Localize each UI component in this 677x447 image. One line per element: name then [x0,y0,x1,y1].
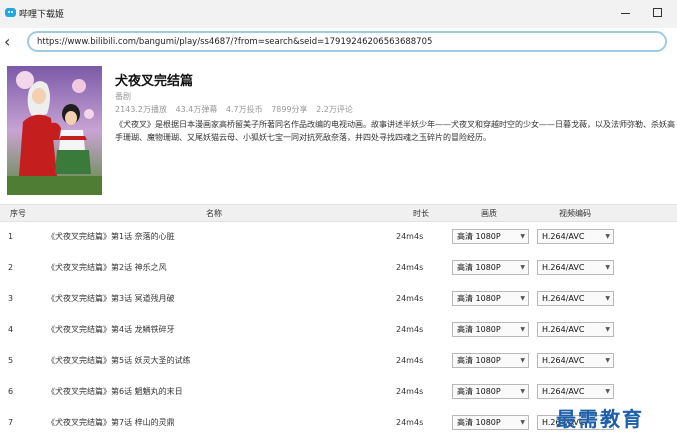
episode-duration: 24m4s [396,418,424,427]
row-index: 1 [8,232,14,241]
codec-select[interactable]: H.264/AVC ▼ [537,322,614,337]
episode-name: 《犬夜叉完结篇》第1话 奈落的心脏 [47,232,175,241]
title-bar: 哔哩下载姬 [0,0,677,28]
chevron-down-icon: ▼ [605,233,610,240]
table-row[interactable]: 3 《犬夜叉完结篇》第3话 冥道残月破 24m4s 高清 1080P ▼ H.264/AV… [0,283,677,314]
header-quality: 画质 [481,209,497,218]
play-count: 2143.2万播放 [115,105,167,114]
chevron-down-icon: ▼ [520,326,525,333]
chevron-down-icon: ▼ [605,326,610,333]
row-index: 5 [8,356,14,365]
row-index: 6 [8,387,14,396]
poster-image [7,66,102,195]
quality-value: 高清 1080P [457,263,501,272]
quality-select[interactable]: 高清 1080P ▼ [452,260,529,275]
url-text: https://www.bilibili.com/bangumi/play/ss… [37,37,433,47]
minimize-button[interactable] [614,5,638,21]
codec-value: H.264/AVC [542,356,585,365]
chevron-down-icon: ▼ [520,264,525,271]
quality-value: 高清 1080P [457,294,501,303]
chevron-down-icon: ▼ [605,264,610,271]
chevron-down-icon: ▼ [605,357,610,364]
episode-duration: 24m4s [396,325,424,334]
url-input[interactable]: https://www.bilibili.com/bangumi/play/ss… [27,31,667,52]
row-index: 4 [8,325,14,334]
back-arrow-icon[interactable]: ‹ [4,33,20,51]
quality-select[interactable]: 高清 1080P ▼ [452,229,529,244]
table-row[interactable]: 5 《犬夜叉完结篇》第5话 妖灵大圣的试练 24m4s 高清 1080P ▼ H.264/… [0,345,677,376]
table-row[interactable]: 4 《犬夜叉完结篇》第4话 龙鳞铁碎牙 24m4s 高清 1080P ▼ H.264/AV… [0,314,677,345]
quality-value: 高清 1080P [457,232,501,241]
show-type: 番剧 [115,92,131,101]
codec-value: H.264/AVC [542,263,585,272]
quality-select[interactable]: 高清 1080P ▼ [452,415,529,430]
episode-name: 《犬夜叉完结篇》第7话 梓山的灵鼎 [47,418,175,427]
chevron-down-icon: ▼ [520,419,525,426]
header-codec: 视频编码 [559,209,591,218]
episode-name: 《犬夜叉完结篇》第3话 冥道残月破 [47,294,175,303]
header-index: 序号 [10,209,26,218]
show-description: 《犬夜叉》是根据日本漫画家高桥留美子所著同名作品改编的电视动画。故事讲述半妖少年… [115,120,675,142]
codec-value: H.264/AVC [542,294,585,303]
watermark-logo: 最需教育 [556,407,644,431]
show-stats: 2143.2万播放 43.4万弹幕 4.7万投币 7899分享 2.2万评论 [115,104,359,115]
codec-select[interactable]: H.264/AVC ▼ [537,260,614,275]
episode-name: 《犬夜叉完结篇》第4话 龙鳞铁碎牙 [47,325,175,334]
share-count: 7899分享 [271,105,308,114]
header-duration: 时长 [413,209,429,218]
episode-name: 《犬夜叉完结篇》第6话 魍魉丸的末日 [47,387,183,396]
chevron-down-icon: ▼ [520,295,525,302]
codec-select[interactable]: H.264/AVC ▼ [537,291,614,306]
episode-duration: 24m4s [396,356,424,365]
episode-duration: 24m4s [396,263,424,272]
comment-count: 2.2万评论 [316,105,353,114]
coin-count: 4.7万投币 [225,105,263,114]
episode-name: 《犬夜叉完结篇》第5话 妖灵大圣的试练 [47,356,191,365]
quality-select[interactable]: 高清 1080P ▼ [452,322,529,337]
quality-value: 高清 1080P [457,387,501,396]
table-row[interactable]: 2 《犬夜叉完结篇》第2话 神乐之风 24m4s 高清 1080P ▼ H.264/AVC… [0,252,677,283]
quality-value: 高清 1080P [457,325,501,334]
episode-duration: 24m4s [396,232,424,241]
quality-select[interactable]: 高清 1080P ▼ [452,291,529,306]
maximize-button[interactable] [646,5,670,21]
episode-name: 《犬夜叉完结篇》第2话 神乐之风 [47,263,167,272]
episode-duration: 24m4s [396,387,424,396]
codec-select[interactable]: H.264/AVC ▼ [537,353,614,368]
window-title: 哔哩下载姬 [19,10,65,20]
danmaku-count: 43.4万弹幕 [175,105,218,114]
codec-value: H.264/AVC [542,387,585,396]
codec-select[interactable]: H.264/AVC ▼ [537,384,614,399]
show-title: 犬夜叉完结篇 [115,74,194,89]
quality-value: 高清 1080P [457,418,501,427]
table-row[interactable]: 1 《犬夜叉完结篇》第1话 奈落的心脏 24m4s 高清 1080P ▼ H.264/AV… [0,221,677,252]
episode-duration: 24m4s [396,294,424,303]
chevron-down-icon: ▼ [520,388,525,395]
chevron-down-icon: ▼ [520,233,525,240]
codec-value: H.264/AVC [542,325,585,334]
codec-select[interactable]: H.264/AVC ▼ [537,229,614,244]
chevron-down-icon: ▼ [520,357,525,364]
quality-value: 高清 1080P [457,356,501,365]
header-name: 名称 [206,209,222,218]
codec-value: H.264/AVC [542,232,585,241]
table-header: 序号 名称 时长 画质 视频编码 [0,204,677,222]
row-index: 7 [8,418,14,427]
quality-select[interactable]: 高清 1080P ▼ [452,384,529,399]
quality-select[interactable]: 高清 1080P ▼ [452,353,529,368]
chevron-down-icon: ▼ [605,388,610,395]
row-index: 2 [8,263,14,272]
row-index: 3 [8,294,14,303]
chevron-down-icon: ▼ [605,295,610,302]
bilibili-tv-icon [5,8,16,17]
